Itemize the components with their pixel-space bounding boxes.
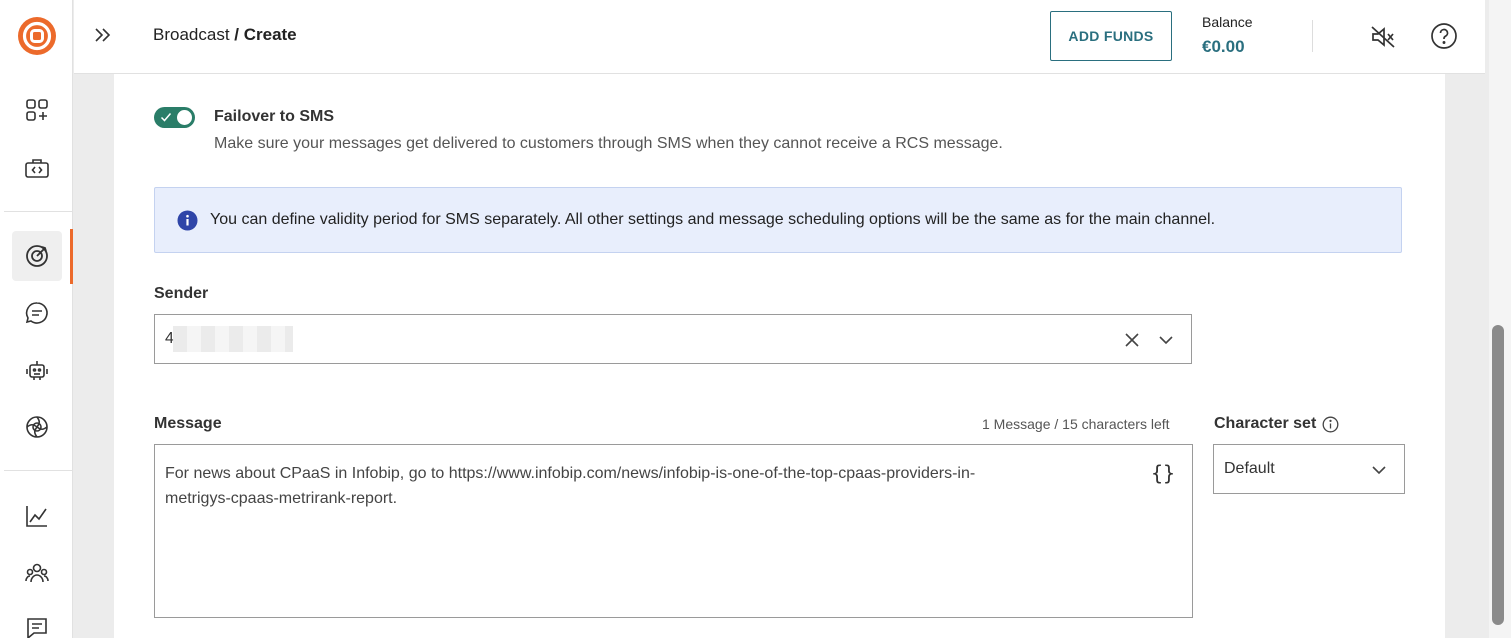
info-outline-icon[interactable]: [1322, 416, 1339, 433]
chevron-down-icon[interactable]: [1157, 331, 1175, 349]
balance-label: Balance: [1202, 14, 1253, 30]
sound-muted-icon[interactable]: [1369, 23, 1397, 51]
clear-icon[interactable]: [1123, 331, 1141, 349]
redacted-sender-number: [173, 326, 293, 352]
toggle-knob: [177, 110, 192, 125]
developer-briefcase-icon[interactable]: [12, 143, 62, 193]
message-list-icon[interactable]: [12, 603, 62, 638]
people-icon[interactable]: [12, 548, 62, 598]
analytics-chart-icon[interactable]: [12, 491, 62, 541]
expand-sidebar-icon[interactable]: [92, 24, 114, 46]
message-character-count: 1 Message / 15 characters left: [982, 416, 1170, 432]
scrollbar-thumb[interactable]: [1492, 325, 1504, 625]
sidebar-divider: [4, 470, 72, 471]
message-text: For news about CPaaS in Infobip, go to h…: [165, 465, 976, 507]
placeholder-braces-icon[interactable]: {}: [1151, 461, 1175, 485]
character-set-value: Default: [1224, 460, 1275, 477]
breadcrumb-separator: /: [229, 25, 244, 44]
check-icon: [160, 113, 172, 122]
apps-add-icon[interactable]: [12, 85, 62, 135]
chevron-down-icon: [1372, 466, 1386, 475]
help-icon[interactable]: [1430, 22, 1458, 50]
breadcrumb-current: Create: [243, 25, 297, 44]
breadcrumb-parent[interactable]: Broadcast: [153, 25, 230, 44]
failover-description: Make sure your messages get delivered to…: [214, 135, 1003, 152]
character-set-label: Character set: [1214, 415, 1317, 432]
sender-label: Sender: [154, 285, 209, 302]
message-textarea[interactable]: For news about CPaaS in Infobip, go to h…: [154, 444, 1193, 618]
active-indicator: [70, 229, 73, 284]
sidebar: [0, 0, 73, 638]
top-header: Broadcast / Create ADD FUNDS Balance €0.…: [74, 0, 1485, 74]
balance-value: €0.00: [1202, 37, 1245, 56]
message-label: Message: [154, 415, 222, 432]
failover-sms-toggle[interactable]: [154, 107, 195, 128]
breadcrumb: Broadcast / Create: [153, 25, 297, 45]
chat-bubble-icon[interactable]: [12, 288, 62, 338]
robot-icon[interactable]: [12, 345, 62, 395]
ai-aperture-icon[interactable]: [12, 402, 62, 452]
target-icon[interactable]: [12, 231, 62, 281]
character-set-select[interactable]: Default: [1213, 444, 1405, 494]
info-banner: You can define validity period for SMS s…: [154, 187, 1402, 253]
sender-select[interactable]: 4: [154, 314, 1192, 364]
character-set-label-group: Character set: [1214, 415, 1339, 433]
header-divider: [1312, 20, 1313, 52]
infobip-logo-icon[interactable]: [17, 16, 57, 56]
info-icon: [177, 210, 198, 231]
failover-title: Failover to SMS: [214, 108, 335, 125]
info-text: You can define validity period for SMS s…: [210, 211, 1216, 228]
add-funds-button[interactable]: ADD FUNDS: [1050, 11, 1172, 61]
sidebar-divider: [4, 211, 72, 212]
